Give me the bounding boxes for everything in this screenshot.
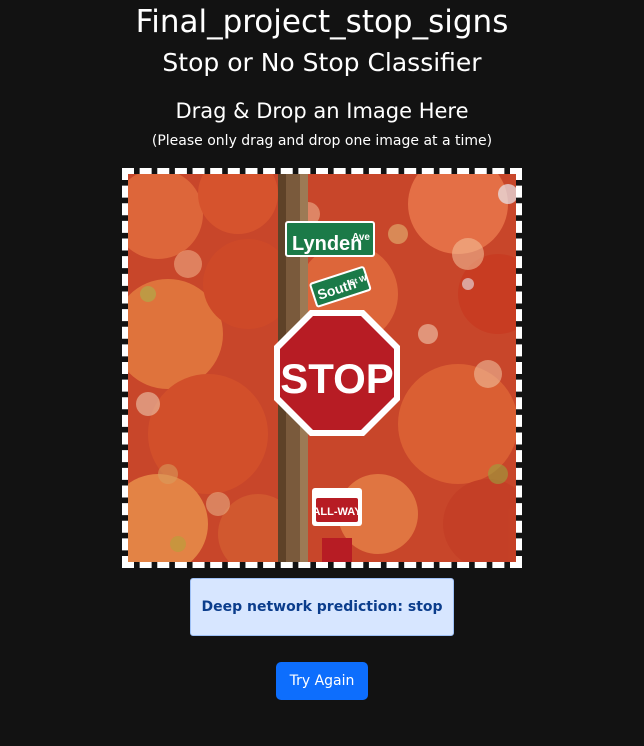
image-dropzone[interactable]: Lynden Ave South St W STOP ALL-WAY — [122, 168, 522, 568]
dropzone-note: (Please only drag and drop one image at … — [151, 133, 493, 149]
try-again-button[interactable]: Try Again — [276, 662, 368, 700]
street-sign-top-suffix: Ave — [352, 232, 370, 243]
prediction-result: Deep network prediction: stop — [190, 578, 454, 636]
all-way-text: ALL-WAY — [312, 506, 362, 518]
stop-sign-text: STOP — [280, 355, 394, 402]
page-subtitle: Stop or No Stop Classifier — [162, 48, 482, 77]
page-title: Final_project_stop_signs — [135, 4, 509, 40]
dropzone-heading: Drag & Drop an Image Here — [175, 99, 469, 123]
uploaded-stop-sign-image: Lynden Ave South St W STOP ALL-WAY — [128, 174, 516, 562]
